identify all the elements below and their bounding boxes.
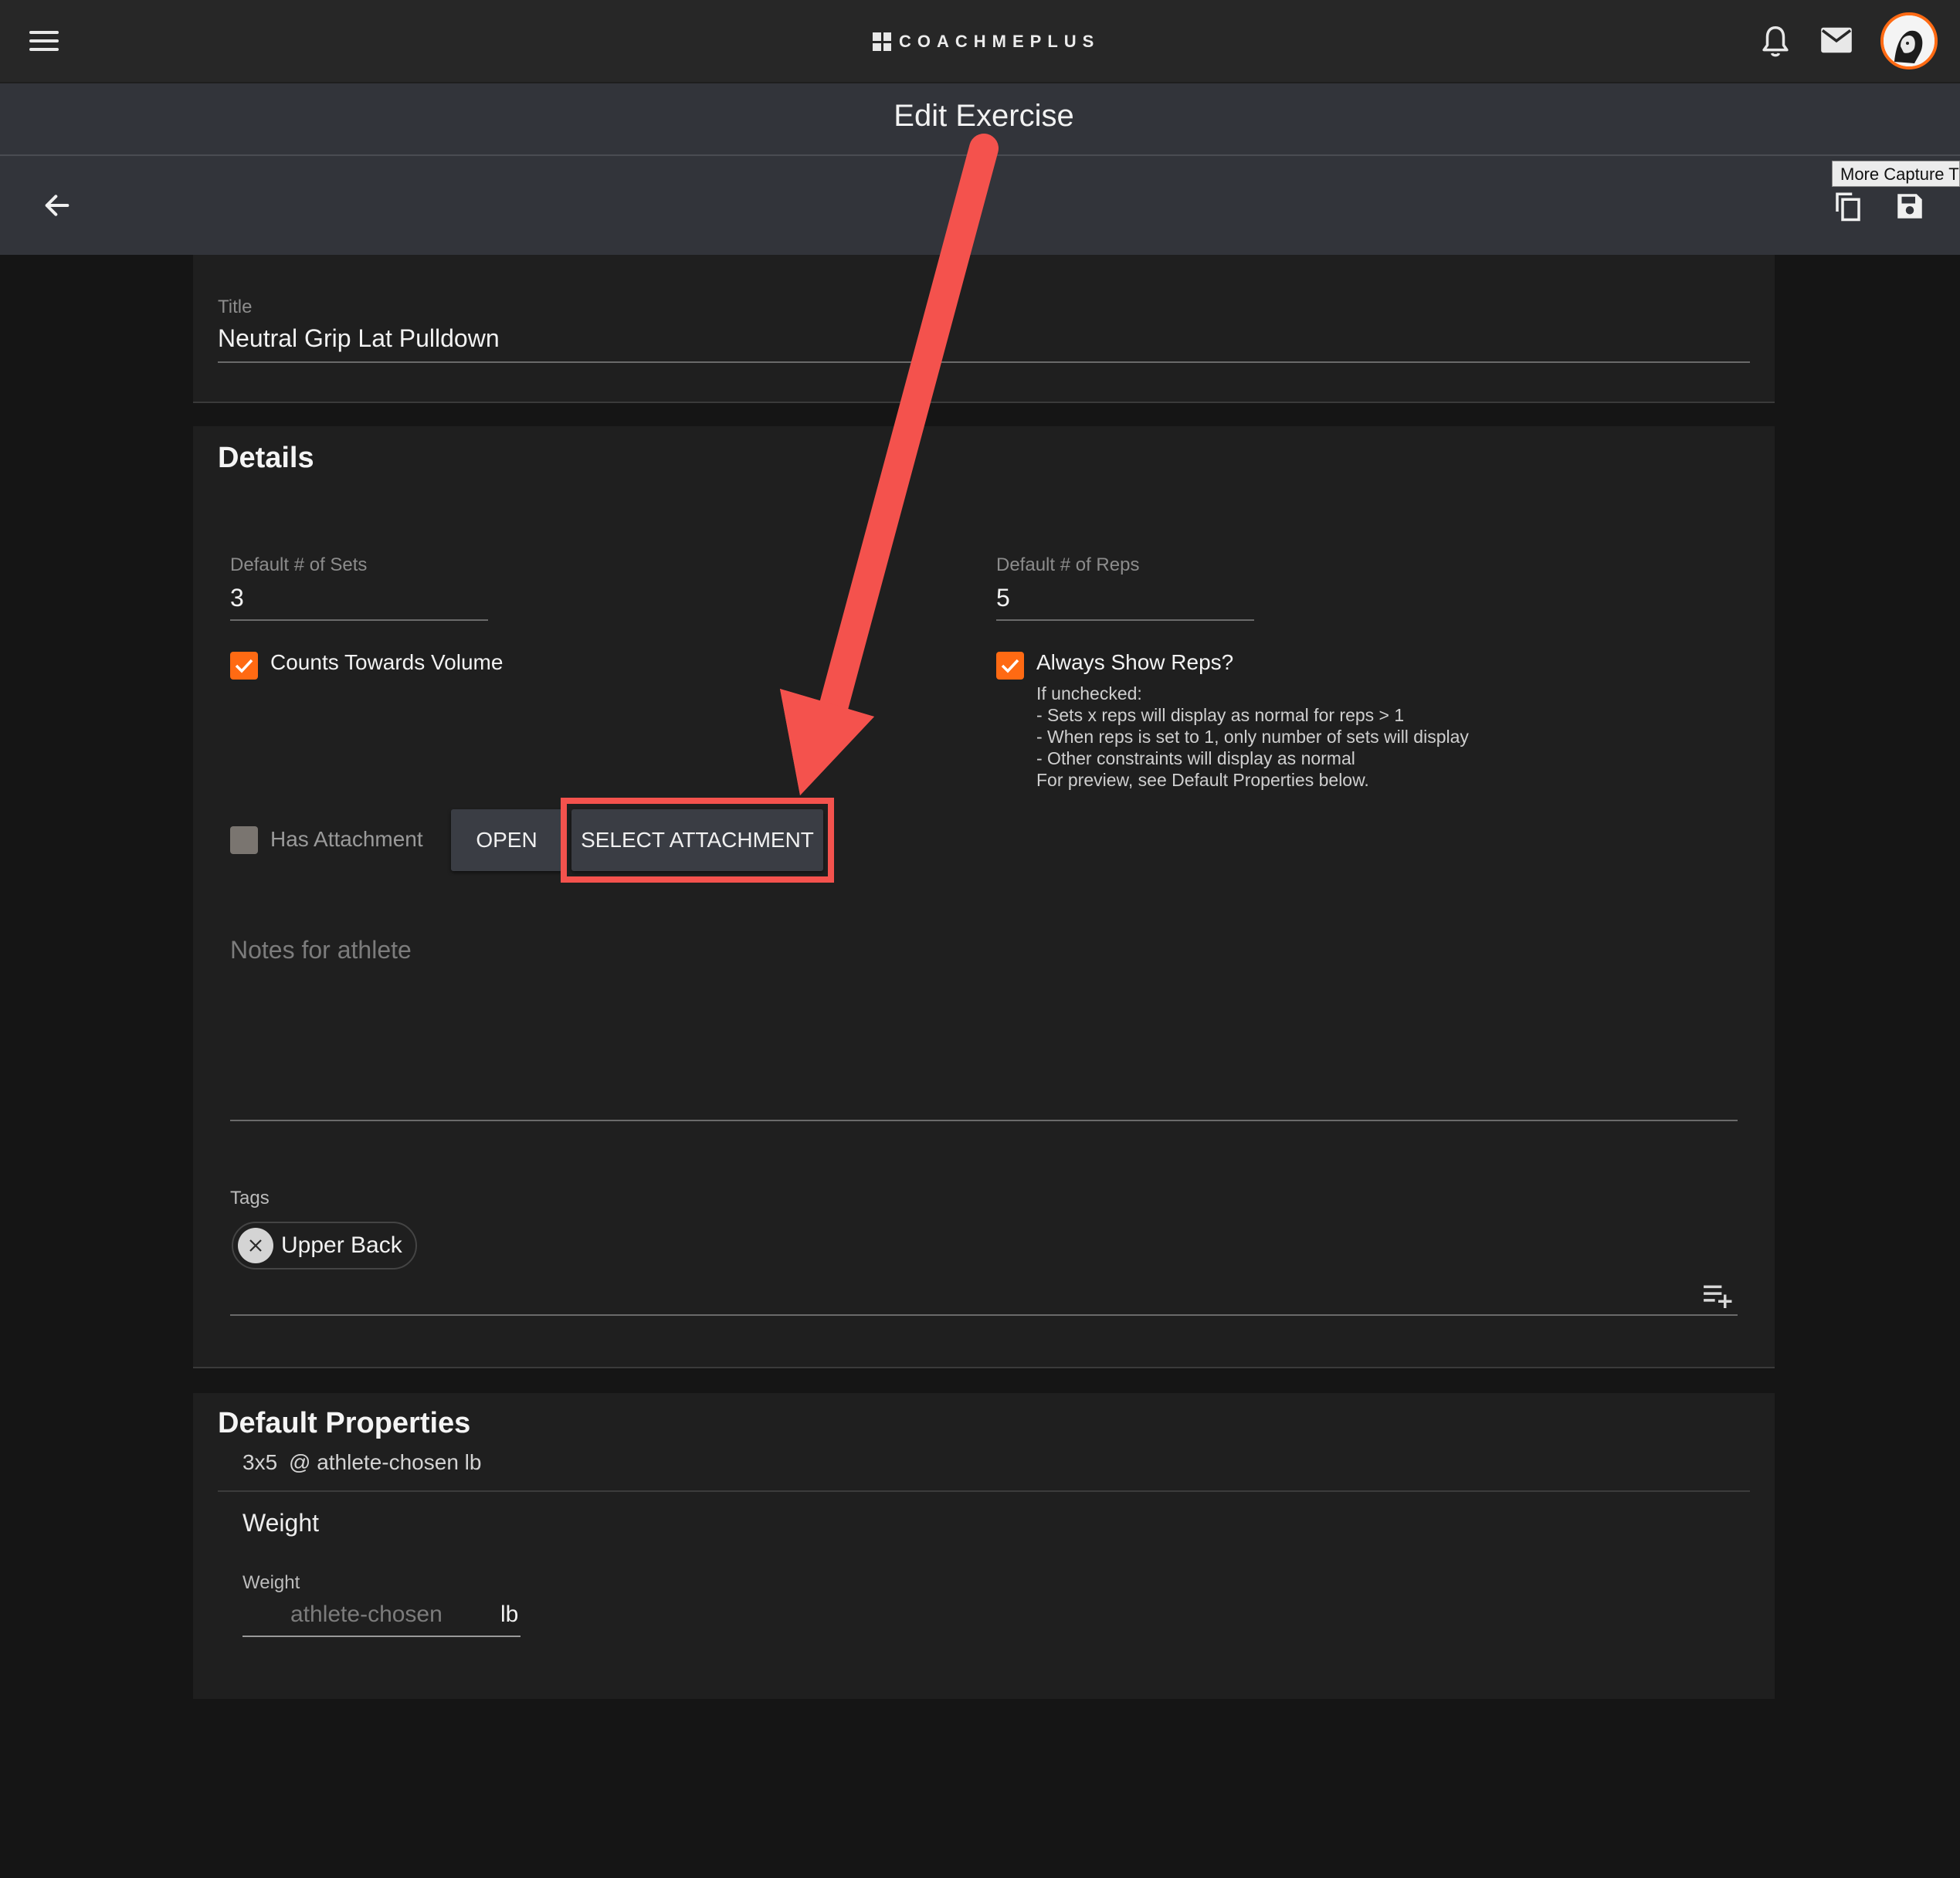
sets-input[interactable]: 3: [230, 584, 487, 618]
avatar-photo-icon: [1884, 15, 1935, 66]
reps-underline: [996, 619, 1254, 621]
weight-input[interactable]: athlete-chosen: [290, 1602, 443, 1628]
details-heading: Details: [218, 442, 314, 474]
tag-label: Upper Back: [281, 1232, 402, 1258]
always-show-reps-label: Always Show Reps?: [1036, 650, 1234, 674]
open-button[interactable]: OPEN: [451, 809, 562, 871]
always-show-reps-help: If unchecked: - Sets x reps will display…: [1036, 683, 1469, 791]
checkmark-icon: [235, 659, 253, 673]
notes-underline: [230, 1120, 1738, 1121]
checkmark-icon: [1001, 659, 1019, 673]
weight-section-title: Weight: [242, 1509, 320, 1537]
help-line: If unchecked:: [1036, 683, 1142, 703]
summary-weight: @ athlete-chosen lb: [289, 1450, 482, 1474]
toolbar: [0, 156, 1960, 255]
counts-towards-volume-label: Counts Towards Volume: [270, 650, 504, 674]
brand-logo[interactable]: COACHMEPLUS: [873, 28, 1100, 56]
menu-icon[interactable]: [29, 29, 60, 53]
summary-sets-reps: 3x5: [242, 1450, 278, 1474]
mail-icon[interactable]: [1819, 26, 1853, 54]
help-line: - Sets x reps will display as normal for…: [1036, 705, 1405, 725]
sets-label: Default # of Sets: [230, 554, 368, 575]
close-icon[interactable]: [238, 1228, 273, 1263]
reps-input[interactable]: 5: [996, 584, 1253, 618]
default-properties-heading: Default Properties: [218, 1407, 471, 1439]
notes-textarea[interactable]: [230, 927, 1738, 1120]
counts-towards-volume-checkbox[interactable]: [230, 652, 258, 680]
user-avatar[interactable]: [1880, 12, 1938, 69]
title-label: Title: [218, 297, 253, 317]
default-properties-divider: [218, 1490, 1750, 1492]
tags-underline: [230, 1314, 1738, 1316]
title-underline: [218, 361, 1750, 363]
brand-name: COACHMEPLUS: [899, 32, 1100, 51]
logo-mark-icon: [873, 32, 891, 51]
weight-underline: [242, 1636, 521, 1637]
has-attachment-label: Has Attachment: [270, 827, 423, 851]
save-icon[interactable]: [1894, 190, 1926, 222]
help-line: - When reps is set to 1, only number of …: [1036, 727, 1469, 747]
bell-icon[interactable]: [1759, 25, 1792, 60]
arrow-left-icon[interactable]: [42, 190, 73, 221]
has-attachment-checkbox[interactable]: [230, 826, 258, 854]
select-attachment-button[interactable]: SELECT ATTACHMENT: [571, 809, 823, 871]
help-line: - Other constraints will display as norm…: [1036, 748, 1355, 768]
tag-chip[interactable]: Upper Back: [232, 1222, 417, 1270]
copy-icon[interactable]: [1832, 190, 1864, 222]
playlist-add-icon[interactable]: [1702, 1283, 1734, 1308]
always-show-reps-checkbox[interactable]: [996, 652, 1024, 680]
help-line: For preview, see Default Properties belo…: [1036, 770, 1369, 790]
title-input[interactable]: Neutral Grip Lat Pulldown: [218, 324, 1747, 361]
weight-unit: lb: [500, 1602, 519, 1627]
sets-underline: [230, 619, 488, 621]
details-card: [193, 426, 1775, 1368]
page-title: Edit Exercise: [894, 99, 1074, 133]
weight-label: Weight: [242, 1572, 300, 1593]
reps-label: Default # of Reps: [996, 554, 1140, 575]
tags-label: Tags: [230, 1188, 270, 1208]
tooltip: More Capture T: [1832, 161, 1960, 187]
